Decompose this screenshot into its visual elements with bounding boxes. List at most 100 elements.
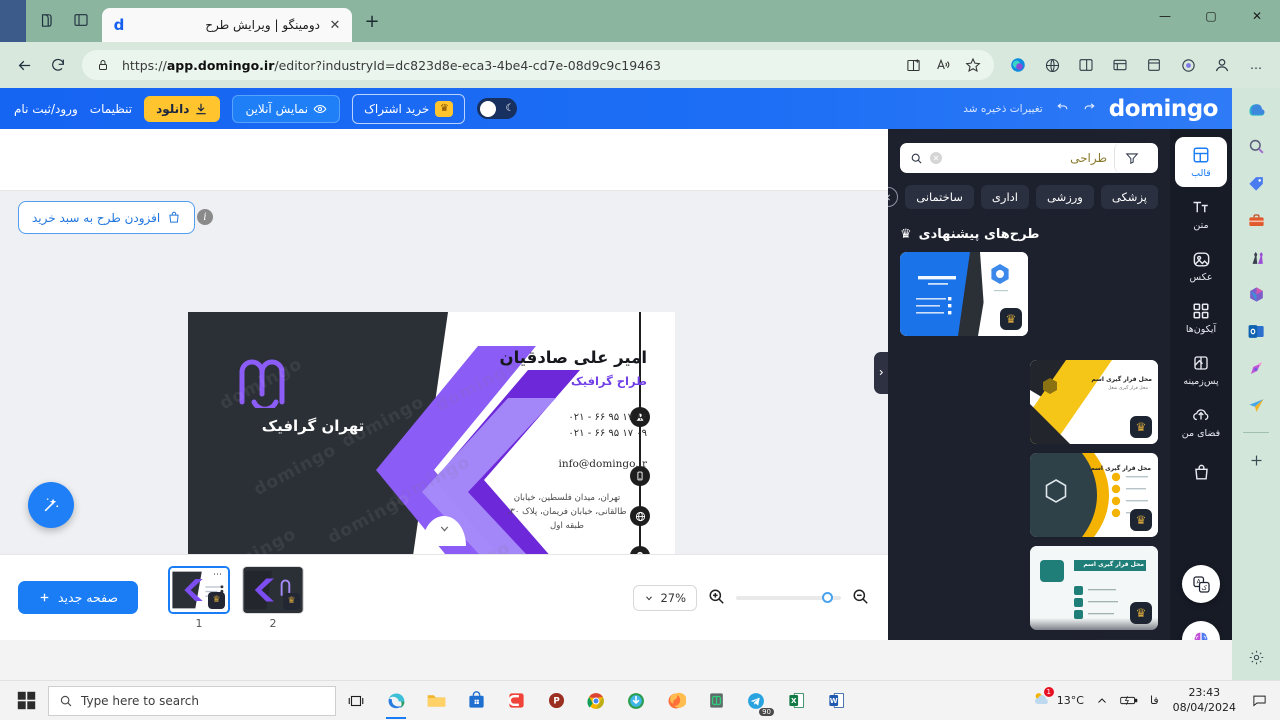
template-card[interactable]: محل قرار گیری اسم ♛: [1030, 453, 1158, 537]
microsoft-store-icon[interactable]: [456, 681, 496, 721]
tab-actions-icon[interactable]: [66, 7, 96, 33]
reload-icon[interactable]: [42, 49, 74, 81]
taskbar-clock[interactable]: 23:43 08/04/2024: [1167, 686, 1242, 716]
language-indicator[interactable]: فا: [1146, 694, 1163, 707]
featured-template-card[interactable]: ♛: [900, 252, 1028, 336]
copilot-omni-icon[interactable]: [1002, 49, 1034, 81]
minimize-button[interactable]: —: [1142, 0, 1188, 32]
windows-start-icon[interactable]: [4, 681, 48, 721]
zoom-slider-handle[interactable]: [822, 592, 833, 603]
undo-icon[interactable]: [1055, 100, 1070, 117]
page-thumbnail-1[interactable]: ⋯ ♛: [168, 566, 230, 614]
design-canvas[interactable]: افزودن طرح به سبد خرید i تهران گرافیک: [0, 191, 888, 554]
zoom-level-selector[interactable]: 27%: [633, 585, 697, 611]
page-item[interactable]: ⋯ ♛ 2: [242, 566, 304, 630]
rail-item-template[interactable]: قالب: [1175, 137, 1227, 187]
page-thumbnail-2[interactable]: ⋯ ♛: [242, 566, 304, 614]
signin-signup-link[interactable]: ورود/ثبت نام: [14, 102, 78, 116]
clear-x-icon[interactable]: ✕: [930, 152, 942, 164]
favorites-icon[interactable]: [1104, 49, 1136, 81]
business-card-preview[interactable]: تهران گرافیک domingo domingo domingo dom…: [188, 312, 675, 554]
workspaces-icon[interactable]: [32, 7, 62, 33]
pdf-icon[interactable]: P: [536, 681, 576, 721]
extensions-icon[interactable]: [1172, 49, 1204, 81]
add-icon[interactable]: [1241, 447, 1271, 473]
edge-icon[interactable]: [376, 681, 416, 721]
rail-item-text[interactable]: متن: [1175, 189, 1227, 239]
idm-icon[interactable]: [616, 681, 656, 721]
panel-collapse-handle[interactable]: [874, 352, 888, 394]
chevron-up-icon[interactable]: [1092, 695, 1112, 707]
games-icon[interactable]: [1241, 244, 1271, 270]
online-preview-button[interactable]: نمایش آنلاین: [232, 95, 340, 123]
telegram-icon[interactable]: 90: [736, 681, 776, 721]
filter-icon[interactable]: [1114, 143, 1148, 173]
chrome-icon[interactable]: [576, 681, 616, 721]
read-aloud-icon[interactable]: [932, 54, 954, 76]
category-chip-2[interactable]: اداری: [981, 185, 1029, 209]
category-chip-1[interactable]: ورزشی: [1036, 185, 1094, 209]
zoom-out-icon[interactable]: [851, 587, 870, 609]
add-to-cart-button[interactable]: افزودن طرح به سبد خرید: [18, 201, 195, 234]
browser-tab[interactable]: d دومینگو | ویرایش طرح ✕: [102, 8, 352, 42]
address-bar[interactable]: https://app.domingo.ir/editor?industryId…: [82, 50, 994, 80]
settings-link[interactable]: تنظیمات: [90, 102, 132, 116]
close-window-button[interactable]: ✕: [1234, 0, 1280, 32]
dark-mode-toggle[interactable]: ☾: [477, 98, 517, 119]
rail-item-my-space[interactable]: فضای من: [1175, 397, 1227, 447]
more-options-icon[interactable]: …: [1240, 49, 1272, 81]
star-icon[interactable]: [962, 54, 984, 76]
info-icon[interactable]: i: [197, 209, 213, 225]
app-icon[interactable]: [696, 681, 736, 721]
excel-icon[interactable]: X: [776, 681, 816, 721]
translate-button[interactable]: Aک: [1182, 565, 1220, 603]
copilot-icon[interactable]: [1241, 96, 1271, 122]
back-arrow-icon[interactable]: [8, 49, 40, 81]
profile-avatar[interactable]: [1206, 49, 1238, 81]
rail-item-cart[interactable]: [1175, 449, 1227, 499]
rail-item-background[interactable]: پس‌زمینه: [1175, 345, 1227, 395]
taskbar-search-input[interactable]: Type here to search: [48, 686, 336, 716]
ai-assistant-button[interactable]: [1182, 621, 1220, 640]
template-search-field[interactable]: طراحی ✕: [900, 143, 1158, 173]
page-item[interactable]: ⋯ ♛ 1: [168, 566, 230, 630]
close-icon[interactable]: ✕: [326, 16, 344, 34]
zoom-slider[interactable]: [736, 596, 841, 600]
page-menu-icon[interactable]: ⋯: [213, 570, 223, 580]
battery-icon[interactable]: [1116, 694, 1142, 707]
chevron-left-icon[interactable]: [888, 187, 898, 207]
download-button[interactable]: دانلود: [144, 96, 220, 122]
settings-gear-icon[interactable]: [1241, 644, 1271, 670]
rail-item-icons[interactable]: آیکون‌ها: [1175, 293, 1227, 343]
task-view-icon[interactable]: [336, 681, 376, 721]
rail-item-image[interactable]: عکس: [1175, 241, 1227, 291]
zoom-in-icon[interactable]: [707, 587, 726, 609]
new-tab-button[interactable]: +: [358, 7, 386, 35]
send-icon[interactable]: [1241, 392, 1271, 418]
search-input-value[interactable]: طراحی: [949, 151, 1107, 165]
search-icon[interactable]: [1241, 133, 1271, 159]
page-menu-icon[interactable]: ⋯: [288, 569, 298, 579]
microsoft365-icon[interactable]: [1241, 281, 1271, 307]
firefox-icon[interactable]: [656, 681, 696, 721]
camtasia-icon[interactable]: [496, 681, 536, 721]
outlook-icon[interactable]: [1241, 318, 1271, 344]
category-chip-0[interactable]: پزشکی: [1101, 185, 1158, 209]
split-view-icon[interactable]: [1070, 49, 1102, 81]
new-page-button[interactable]: صفحه جدید: [18, 581, 138, 614]
redo-icon[interactable]: [1082, 100, 1097, 117]
browser-essentials-icon[interactable]: [1036, 49, 1068, 81]
designer-icon[interactable]: [1241, 355, 1271, 381]
weather-widget[interactable]: 1 13°C: [1027, 689, 1088, 712]
word-icon[interactable]: W: [816, 681, 856, 721]
search-icon[interactable]: [910, 152, 923, 165]
shopping-tag-icon[interactable]: [1241, 170, 1271, 196]
buy-subscription-button[interactable]: ♛ خرید اشتراک: [352, 94, 465, 124]
collections-icon[interactable]: [1138, 49, 1170, 81]
magic-wand-button[interactable]: [28, 482, 74, 528]
maximize-button[interactable]: ▢: [1188, 0, 1234, 32]
split-screen-icon[interactable]: [902, 54, 924, 76]
category-chip-3[interactable]: ساختمانی: [905, 185, 974, 209]
notification-icon[interactable]: [1246, 681, 1272, 721]
file-explorer-icon[interactable]: [416, 681, 456, 721]
